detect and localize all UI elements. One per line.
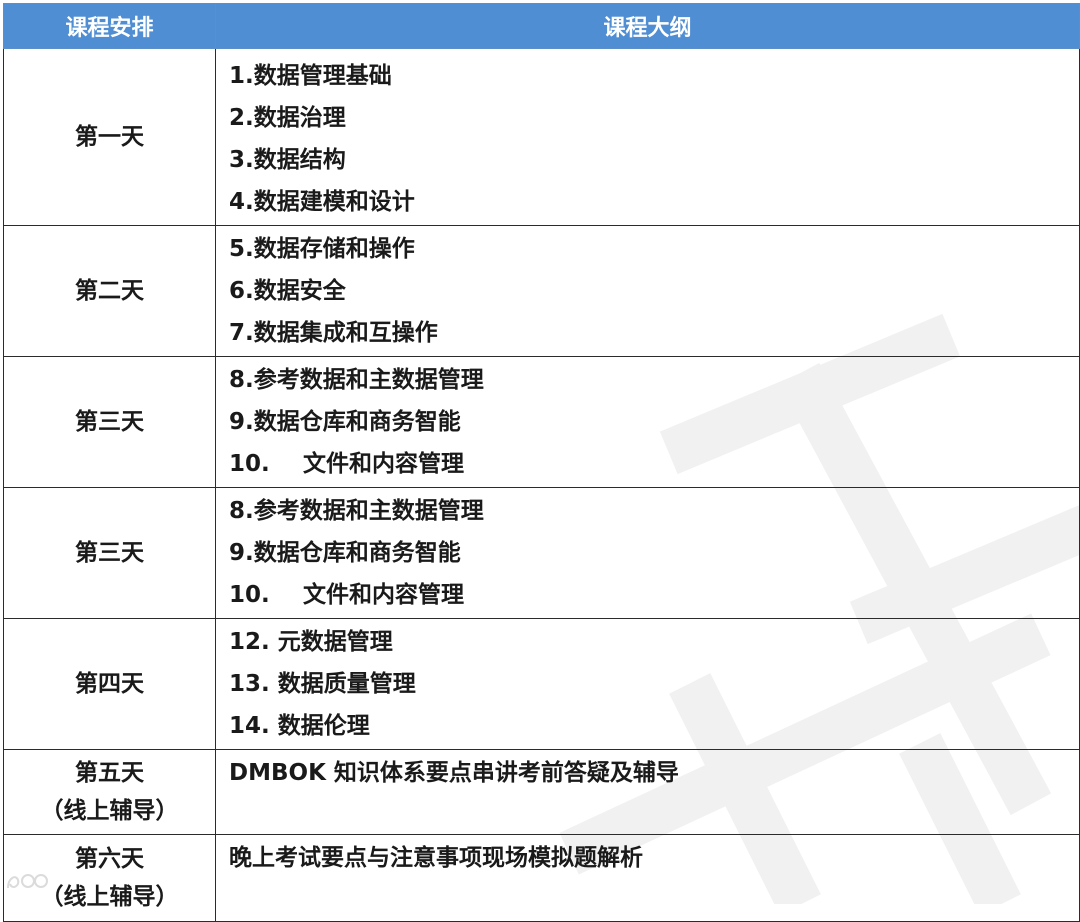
outline-item: 12. 元数据管理 (229, 629, 393, 655)
outline-item: DMBOK 知识体系要点串讲考前答疑及辅导 (229, 760, 679, 786)
day-cell: 第四天 (3, 618, 216, 750)
outline-item: 8.参考数据和主数据管理 (229, 498, 484, 524)
corner-logo-icon (7, 874, 48, 889)
table-row: 第六天 （线上辅导） 晚上考试要点与注意事项现场模拟题解析 (3, 834, 1080, 922)
outline-cell: 5.数据存储和操作 6.数据安全 7.数据集成和互操作 (215, 225, 1080, 357)
outline-item: 9.数据仓库和商务智能 (229, 540, 461, 566)
table-row: 第四天 12. 元数据管理 13. 数据质量管理 14. 数据伦理 (3, 618, 1080, 750)
day-label: 第三天 (75, 409, 144, 435)
table-row: 第二天 5.数据存储和操作 6.数据安全 7.数据集成和互操作 (3, 225, 1080, 357)
day-label: 第二天 (75, 278, 144, 304)
outline-item-text: 文件和内容管理 (303, 582, 464, 608)
outline-item-text: 文件和内容管理 (303, 451, 464, 477)
outline-item: 10. 文件和内容管理 (229, 574, 1079, 616)
day-cell: 第一天 (3, 48, 216, 226)
table-row: 第五天 （线上辅导） DMBOK 知识体系要点串讲考前答疑及辅导 (3, 749, 1080, 835)
day-cell: 第五天 （线上辅导） (3, 749, 216, 835)
day-label: 第五天 (75, 760, 144, 786)
day-cell: 第三天 (3, 356, 216, 488)
table-row: 第三天 8.参考数据和主数据管理 9.数据仓库和商务智能 10. 文件和内容管理 (3, 356, 1080, 488)
outline-item: 5.数据存储和操作 (229, 236, 415, 262)
outline-cell: 1.数据管理基础 2.数据治理 3.数据结构 4.数据建模和设计 (215, 48, 1080, 226)
header-schedule: 课程安排 (3, 3, 216, 49)
table-row: 第三天 8.参考数据和主数据管理 9.数据仓库和商务智能 10. 文件和内容管理 (3, 487, 1080, 619)
day-cell: 第二天 (3, 225, 216, 357)
outline-cell: 8.参考数据和主数据管理 9.数据仓库和商务智能 10. 文件和内容管理 (215, 487, 1080, 619)
outline-cell: 8.参考数据和主数据管理 9.数据仓库和商务智能 10. 文件和内容管理 (215, 356, 1080, 488)
day-label: 第三天 (75, 540, 144, 566)
outline-item: 9.数据仓库和商务智能 (229, 409, 461, 435)
outline-item: 13. 数据质量管理 (229, 671, 416, 697)
outline-item: 3.数据结构 (229, 147, 346, 173)
outline-item: 10. 文件和内容管理 (229, 443, 1079, 485)
outline-item: 8.参考数据和主数据管理 (229, 367, 484, 393)
outline-item: 6.数据安全 (229, 278, 346, 304)
outline-cell: DMBOK 知识体系要点串讲考前答疑及辅导 (215, 749, 1080, 835)
day-label: 第四天 (75, 671, 144, 697)
course-schedule-table: 课程安排 课程大纲 第一天 1.数据管理基础 2.数据治理 3.数据结构 4.数… (3, 3, 1080, 922)
outline-item: 晚上考试要点与注意事项现场模拟题解析 (229, 845, 643, 871)
table-header-row: 课程安排 课程大纲 (3, 3, 1080, 49)
outline-item: 1.数据管理基础 (229, 63, 392, 89)
outline-item: 4.数据建模和设计 (229, 189, 415, 215)
outline-cell: 12. 元数据管理 13. 数据质量管理 14. 数据伦理 (215, 618, 1080, 750)
day-cell: 第三天 (3, 487, 216, 619)
outline-item-number: 10. (229, 582, 270, 608)
table-row: 第一天 1.数据管理基础 2.数据治理 3.数据结构 4.数据建模和设计 (3, 48, 1080, 226)
outline-item-number: 10. (229, 451, 270, 477)
header-outline: 课程大纲 (215, 3, 1080, 49)
outline-item: 14. 数据伦理 (229, 713, 370, 739)
outline-cell: 晚上考试要点与注意事项现场模拟题解析 (215, 834, 1080, 922)
outline-item: 7.数据集成和互操作 (229, 320, 438, 346)
day-label: 第一天 (75, 124, 144, 150)
day-note: （线上辅导） (40, 798, 179, 824)
outline-item: 2.数据治理 (229, 105, 346, 131)
